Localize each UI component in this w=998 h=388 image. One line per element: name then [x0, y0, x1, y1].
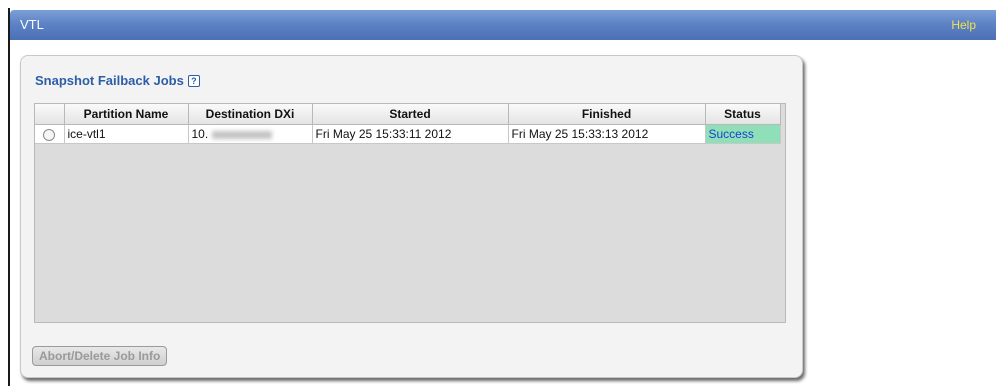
- table-header-row: Partition Name Destination DXi Started F…: [35, 104, 781, 125]
- column-header-status[interactable]: Status: [705, 104, 781, 125]
- finished-cell: Fri May 25 15:33:13 2012: [508, 124, 706, 144]
- partition-name-cell: ice-vtl1: [64, 124, 189, 144]
- help-link[interactable]: Help: [951, 18, 976, 32]
- column-header-finished[interactable]: Finished: [508, 104, 706, 125]
- snapshot-failback-panel: Snapshot Failback Jobs? Partition Name D…: [20, 55, 803, 378]
- panel-title-text: Snapshot Failback Jobs: [35, 73, 184, 88]
- table-row[interactable]: ice-vtl1 10. Fri May 25 15:33:11 2012 Fr…: [35, 124, 781, 144]
- row-select-radio[interactable]: [43, 128, 56, 141]
- panel-title: Snapshot Failback Jobs?: [35, 73, 200, 88]
- column-header-started[interactable]: Started: [312, 104, 509, 125]
- row-select-cell[interactable]: [35, 124, 65, 144]
- page-title: VTL: [20, 17, 44, 32]
- status-cell: Success: [705, 124, 781, 144]
- jobs-table: Partition Name Destination DXi Started F…: [35, 104, 781, 144]
- top-header-bar: VTL Help: [10, 10, 996, 40]
- jobs-table-container: Partition Name Destination DXi Started F…: [34, 103, 786, 323]
- started-cell: Fri May 25 15:33:11 2012: [312, 124, 509, 144]
- redacted-address: [212, 130, 273, 139]
- destination-dxi-cell: 10.: [188, 124, 313, 144]
- help-icon[interactable]: ?: [187, 75, 200, 87]
- column-header-destination-dxi[interactable]: Destination DXi: [188, 104, 313, 125]
- abort-delete-job-info-button[interactable]: Abort/Delete Job Info: [32, 346, 168, 366]
- destination-dxi-value: 10.: [191, 127, 209, 141]
- column-header-partition-name[interactable]: Partition Name: [64, 104, 189, 125]
- column-header-select: [35, 104, 65, 125]
